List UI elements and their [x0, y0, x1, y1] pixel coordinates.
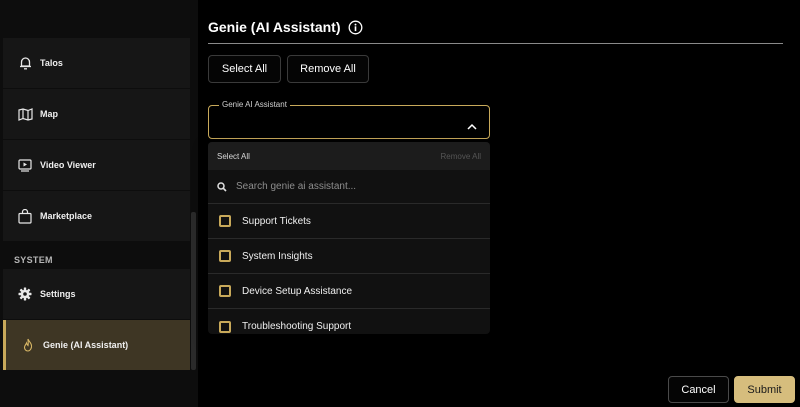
search-input[interactable]: Search genie ai assistant...: [236, 181, 356, 192]
video-icon: [17, 157, 33, 173]
list-item[interactable]: System Insights: [208, 239, 490, 274]
sidebar-item-genie[interactable]: Genie (AI Assistant): [3, 320, 190, 370]
option-checkbox[interactable]: [219, 250, 231, 262]
sidebar-item-label: Marketplace: [40, 211, 93, 221]
sidebar-item-label: Map: [40, 109, 58, 119]
chevron-up-icon[interactable]: [467, 117, 477, 135]
select-all-button[interactable]: Select All: [208, 55, 281, 83]
genie-flame-icon: [20, 337, 36, 353]
option-checkbox[interactable]: [219, 215, 231, 227]
sidebar-item-marketplace[interactable]: Marketplace: [3, 191, 190, 241]
list-item[interactable]: Device Setup Assistance: [208, 274, 490, 309]
option-label: Troubleshooting Support: [242, 321, 352, 332]
dropdown-header: Select All Remove All: [208, 142, 490, 170]
sidebar-item-settings[interactable]: Settings: [3, 269, 190, 319]
title-divider: [208, 43, 783, 44]
map-icon: [17, 106, 33, 122]
sidebar-item-talos[interactable]: Talos: [3, 38, 190, 88]
sidebar-item-video-viewer[interactable]: Video Viewer: [3, 140, 190, 190]
sidebar: Talos Map Video Viewer Marketplace SYSTE…: [0, 0, 198, 407]
sidebar-item-label: Talos: [40, 58, 63, 68]
dropdown-select-all[interactable]: Select All: [217, 152, 250, 161]
sidebar-scrollbar[interactable]: [191, 212, 196, 370]
dropdown-menu: Select All Remove All Search genie ai as…: [208, 142, 490, 334]
option-label: Support Tickets: [242, 215, 311, 227]
gear-icon: [17, 286, 33, 302]
option-label: Device Setup Assistance: [242, 285, 353, 297]
remove-all-button[interactable]: Remove All: [287, 55, 369, 83]
list-item[interactable]: Support Tickets: [208, 204, 490, 239]
submit-button[interactable]: Submit: [734, 376, 795, 403]
search-icon: [217, 181, 227, 192]
sidebar-item-label: Video Viewer: [40, 160, 96, 170]
option-checkbox[interactable]: [219, 320, 231, 333]
option-checkbox[interactable]: [219, 285, 231, 297]
bell-icon: [17, 55, 33, 71]
shopping-bag-icon: [17, 208, 33, 224]
page-title-text: Genie (AI Assistant): [208, 19, 341, 35]
select-legend: Genie AI Assistant: [219, 100, 290, 109]
sidebar-section-system: SYSTEM: [14, 255, 53, 265]
cancel-button[interactable]: Cancel: [668, 376, 729, 403]
dropdown-search[interactable]: Search genie ai assistant...: [208, 170, 490, 204]
sidebar-item-label: Genie (AI Assistant): [43, 340, 129, 350]
dropdown-remove-all[interactable]: Remove All: [441, 152, 481, 161]
option-label: System Insights: [242, 250, 313, 262]
genie-assistant-select[interactable]: Genie AI Assistant: [208, 100, 490, 139]
page-title: Genie (AI Assistant): [208, 19, 363, 35]
sidebar-item-label: Settings: [40, 289, 76, 299]
info-icon[interactable]: [348, 20, 363, 35]
sidebar-item-map[interactable]: Map: [3, 89, 190, 139]
list-item[interactable]: Troubleshooting Support: [208, 309, 490, 334]
